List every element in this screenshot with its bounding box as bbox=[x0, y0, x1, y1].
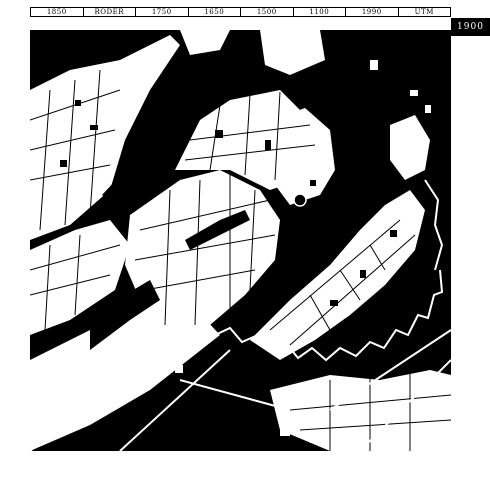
timeline-label-1100[interactable]: 1100 bbox=[294, 8, 346, 16]
map-drawing bbox=[30, 30, 451, 451]
timeline-label-1500[interactable]: 1500 bbox=[241, 8, 294, 16]
timeline-label-roder[interactable]: RODER bbox=[84, 8, 136, 16]
timeline-scale-bar: 1850 RODER 1750 1650 1500 1100 1990 UTM bbox=[30, 7, 451, 17]
timeline-label-1750[interactable]: 1750 bbox=[136, 8, 189, 16]
timeline-label-1850[interactable]: 1850 bbox=[31, 8, 84, 16]
city-map bbox=[30, 30, 451, 451]
timeline-label-utm[interactable]: UTM bbox=[399, 8, 451, 16]
year-badge: 1900 bbox=[451, 18, 490, 36]
round-tower-marker bbox=[293, 193, 307, 207]
timeline-label-1990[interactable]: 1990 bbox=[346, 8, 399, 16]
timeline-label-1650[interactable]: 1650 bbox=[189, 8, 241, 16]
